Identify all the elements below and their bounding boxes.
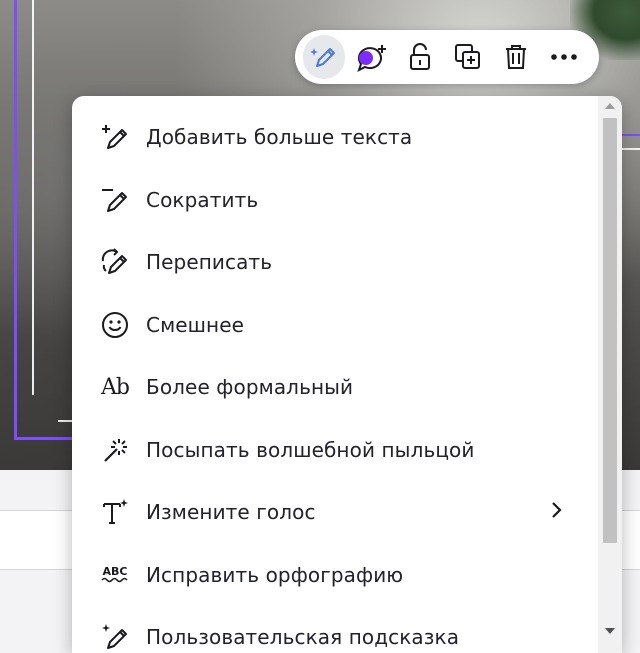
chevron-right-icon — [550, 500, 564, 524]
menu-item-custom-prompt[interactable]: Пользовательская подсказка — [72, 606, 622, 653]
menu-item-label: Сократить — [146, 187, 259, 212]
menu-scrollbar[interactable] — [598, 96, 622, 653]
scroll-up-arrow-icon[interactable] — [598, 96, 622, 116]
menu-item-label: Посыпать волшебной пыльцой — [146, 437, 475, 462]
more-horizontal-icon — [551, 54, 577, 60]
menu-item-label: Смешнее — [146, 312, 245, 337]
unlock-icon — [410, 43, 430, 70]
magic-write-button[interactable] — [303, 35, 345, 79]
pen-shorten-icon — [98, 183, 132, 217]
lock-button[interactable] — [399, 35, 441, 79]
magic-wand-icon — [98, 433, 132, 467]
pen-sparkle-icon — [98, 620, 132, 653]
delete-button[interactable] — [495, 35, 537, 79]
comment-button[interactable] — [351, 35, 393, 79]
duplicate-icon — [455, 44, 480, 69]
menu-item-add-more-text[interactable]: Добавить больше текста — [72, 106, 622, 169]
element-toolbar — [295, 30, 599, 84]
frame-guide-left — [32, 0, 34, 395]
menu-item-rewrite[interactable]: Переписать — [72, 231, 622, 294]
abc-glyph: ABC — [102, 565, 128, 579]
menu-list: Добавить больше текста Сократить Перепис… — [72, 96, 622, 653]
duplicate-button[interactable] — [447, 35, 489, 79]
menu-item-label: Переписать — [146, 250, 273, 275]
menu-item-change-voice[interactable]: Измените голос — [72, 481, 622, 544]
magic-write-menu: Добавить больше текста Сократить Перепис… — [72, 96, 622, 653]
comment-add-icon — [357, 45, 386, 72]
menu-item-label: Пользовательская подсказка — [146, 625, 460, 650]
selection-frame-bottom — [14, 437, 74, 440]
menu-item-fix-spelling[interactable]: ABC Исправить орфографию — [72, 544, 622, 607]
text-voice-icon — [98, 495, 132, 529]
scroll-down-arrow-icon[interactable] — [598, 621, 622, 641]
selection-frame-left — [14, 0, 17, 440]
menu-item-funnier[interactable]: Смешнее — [72, 294, 622, 357]
smiley-icon — [98, 308, 132, 342]
menu-item-label: Добавить больше текста — [146, 125, 413, 150]
more-button[interactable] — [543, 35, 585, 79]
scroll-thumb[interactable] — [603, 118, 617, 543]
spellcheck-icon: ABC — [98, 558, 132, 592]
trash-icon — [506, 45, 526, 69]
pen-rewrite-icon — [98, 245, 132, 279]
menu-item-label: Более формальный — [146, 375, 354, 400]
menu-item-magic-dust[interactable]: Посыпать волшебной пыльцой — [72, 419, 622, 482]
ab-text-icon: Ab — [98, 370, 132, 404]
menu-item-more-formal[interactable]: Ab Более формальный — [72, 356, 622, 419]
menu-item-label: Исправить орфографию — [146, 562, 404, 587]
menu-item-shorten[interactable]: Сократить — [72, 169, 622, 232]
ab-glyph: Ab — [101, 374, 130, 400]
magic-pen-icon — [310, 48, 335, 67]
pen-plus-icon — [98, 120, 132, 154]
menu-item-label: Измените голос — [146, 500, 316, 525]
